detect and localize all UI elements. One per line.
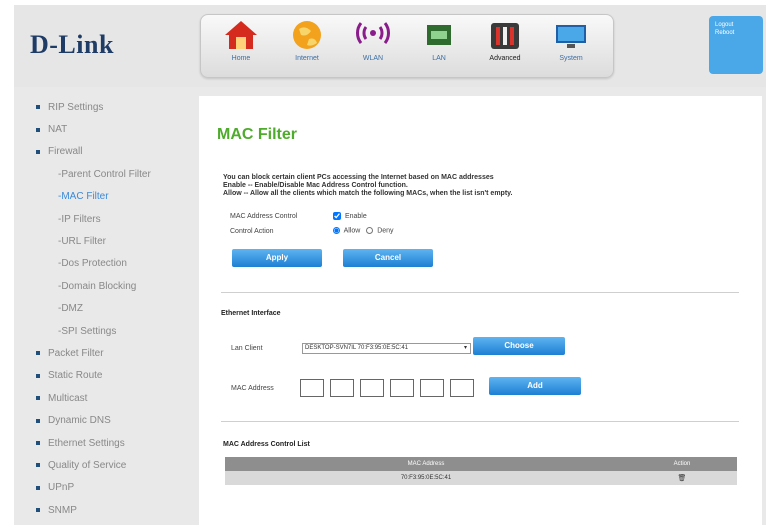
wireless-icon: [355, 19, 391, 51]
sidebar-item-ethernet-settings[interactable]: Ethernet Settings: [28, 432, 178, 454]
sidebar-item-dos-protection[interactable]: -Dos Protection: [28, 253, 178, 275]
enable-row: Enable: [333, 212, 367, 220]
mac-address-fields: [300, 379, 490, 397]
mac-control-list-title: MAC Address Control List: [223, 441, 310, 448]
sidebar-item-dmz[interactable]: -DMZ: [28, 298, 178, 320]
deny-label: Deny: [377, 227, 394, 235]
home-icon: [223, 19, 259, 51]
sidebar-item-qos[interactable]: Quality of Service: [28, 454, 178, 476]
dlink-logo: D-Link: [30, 30, 114, 59]
allow-label: Allow: [343, 227, 361, 235]
cancel-button[interactable]: Cancel: [343, 249, 433, 267]
delete-icon[interactable]: 🗑: [678, 475, 687, 482]
bullet-icon: [36, 418, 40, 423]
sidebar-item-nat[interactable]: NAT: [28, 118, 178, 140]
top-nav: Home Internet WLAN LAN Advanced System: [200, 14, 614, 78]
table-header: MAC Address Action: [225, 457, 737, 471]
bullet-icon: [36, 441, 40, 446]
sidebar-item-firewall[interactable]: Firewall: [28, 141, 178, 163]
divider: [221, 421, 739, 422]
sidebar-item-upnp[interactable]: UPnP: [28, 477, 178, 499]
enable-checkbox[interactable]: [333, 212, 341, 220]
mac-octet-3[interactable]: [360, 379, 384, 397]
enable-label: Enable: [344, 212, 367, 220]
globe-icon: [289, 19, 325, 51]
sidebar-item-domain-blocking[interactable]: -Domain Blocking: [28, 275, 178, 297]
nav-home-label: Home: [231, 55, 251, 62]
mac-address-label: MAC Address: [231, 385, 274, 392]
bullet-icon: [36, 373, 40, 378]
mac-octet-2[interactable]: [330, 379, 354, 397]
description-line-2: Enable -- Enable/Disable Mac Address Con…: [223, 182, 408, 189]
bullet-icon: [36, 351, 40, 356]
bullet-icon: [36, 485, 40, 490]
table-row: 70:F3:95:0E:5C:41 🗑: [225, 471, 737, 485]
logout-link[interactable]: Logout: [715, 22, 763, 28]
reboot-link[interactable]: Reboot: [715, 30, 763, 36]
mac-control-label: MAC Address Control: [230, 213, 298, 220]
lan-client-value: DESKTOP-SVN7IL 70:F3:95:0E:5C:41: [305, 345, 409, 351]
sidebar-item-mac-filter[interactable]: -MAC Filter: [28, 186, 178, 208]
page-title: MAC Filter: [217, 126, 297, 143]
ethernet-interface-title: Ethernet Interface: [221, 310, 281, 317]
nav-internet[interactable]: Internet: [277, 19, 337, 73]
mac-octet-5[interactable]: [420, 379, 444, 397]
nav-system[interactable]: System: [541, 19, 601, 73]
monitor-icon: [553, 19, 589, 51]
nav-wlan-label: WLAN: [362, 55, 384, 62]
deny-radio[interactable]: [366, 227, 374, 234]
col-action: Action: [627, 457, 737, 471]
divider: [221, 292, 739, 293]
bullet-icon: [36, 396, 40, 401]
sidebar-item-packet-filter[interactable]: Packet Filter: [28, 342, 178, 364]
tools-icon: [487, 19, 523, 51]
dropdown-arrow-icon: ▾: [463, 345, 467, 351]
nav-advanced-label: Advanced: [489, 55, 521, 62]
bullet-icon: [36, 149, 40, 154]
add-button[interactable]: Add: [489, 377, 581, 395]
description: You can block certain client PCs accessi…: [223, 174, 512, 198]
lan-client-label: Lan Client: [231, 345, 263, 352]
mac-octet-4[interactable]: [390, 379, 414, 397]
description-line-3: Allow -- Allow all the clients which mat…: [223, 190, 513, 197]
sidebar-item-multicast[interactable]: Multicast: [28, 387, 178, 409]
sidebar-item-parent-control[interactable]: -Parent Control Filter: [28, 163, 178, 185]
row-action: 🗑: [627, 471, 737, 485]
lan-client-select[interactable]: DESKTOP-SVN7IL 70:F3:95:0E:5C:41 ▾: [302, 343, 471, 354]
description-line-1: You can block certain client PCs accessi…: [223, 174, 494, 181]
sidebar: RIP Settings NAT Firewall -Parent Contro…: [28, 96, 178, 521]
mac-control-table: MAC Address Action 70:F3:95:0E:5C:41 🗑: [225, 457, 737, 485]
allow-radio[interactable]: [333, 227, 340, 234]
nav-internet-label: Internet: [295, 55, 319, 62]
row-mac-address: 70:F3:95:0E:5C:41: [225, 471, 627, 485]
bullet-icon: [36, 105, 40, 110]
bullet-icon: [36, 463, 40, 468]
bullet-icon: [36, 508, 40, 513]
control-action-options: Allow Deny: [333, 227, 394, 234]
mac-octet-6[interactable]: [450, 379, 474, 397]
nav-lan[interactable]: LAN: [409, 19, 469, 73]
sidebar-item-rip[interactable]: RIP Settings: [28, 96, 178, 118]
nav-home[interactable]: Home: [211, 19, 271, 73]
sidebar-item-ip-filters[interactable]: -IP Filters: [28, 208, 178, 230]
apply-button[interactable]: Apply: [232, 249, 322, 267]
col-mac-address: MAC Address: [225, 457, 627, 471]
sidebar-item-snmp[interactable]: SNMP: [28, 499, 178, 521]
sidebar-item-static-route[interactable]: Static Route: [28, 365, 178, 387]
nav-advanced[interactable]: Advanced: [475, 19, 535, 73]
main-panel: MAC Filter You can block certain client …: [199, 96, 762, 525]
nav-wlan[interactable]: WLAN: [343, 19, 403, 73]
bullet-icon: [36, 127, 40, 132]
account-panel: Logout Reboot: [709, 16, 763, 74]
sidebar-item-spi-settings[interactable]: -SPI Settings: [28, 320, 178, 342]
sidebar-item-dynamic-dns[interactable]: Dynamic DNS: [28, 409, 178, 431]
nav-system-label: System: [559, 55, 583, 62]
control-action-label: Control Action: [230, 228, 274, 235]
sidebar-item-url-filter[interactable]: -URL Filter: [28, 230, 178, 252]
nav-lan-label: LAN: [432, 55, 446, 62]
lan-icon: [421, 19, 457, 51]
mac-octet-1[interactable]: [300, 379, 324, 397]
choose-button[interactable]: Choose: [473, 337, 565, 355]
